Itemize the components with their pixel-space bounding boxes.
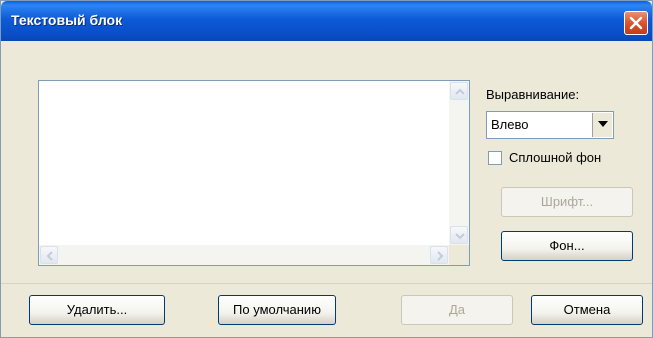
alignment-select[interactable]: Влево [486, 111, 614, 139]
text-area[interactable] [38, 80, 470, 266]
cancel-button[interactable]: Отмена [531, 295, 643, 325]
scroll-down-button[interactable] [450, 226, 468, 244]
close-icon [629, 16, 643, 30]
chevron-down-icon [598, 121, 608, 127]
scroll-left-button[interactable] [40, 246, 58, 264]
text-area-content[interactable] [39, 81, 449, 245]
solid-background-label[interactable]: Сплошной фон [509, 150, 601, 165]
window-title: Текстовый блок [11, 12, 123, 28]
close-button[interactable] [624, 11, 648, 35]
scroll-corner [449, 245, 469, 265]
font-button[interactable]: Шрифт... [501, 187, 633, 217]
scroll-right-button[interactable] [430, 246, 448, 264]
text-block-dialog: Текстовый блок Выравнивание: Влево Сплош… [0, 0, 653, 338]
delete-button[interactable]: Удалить... [29, 295, 165, 325]
horizontal-scrollbar[interactable] [39, 245, 449, 265]
background-button[interactable]: Фон... [501, 231, 633, 261]
arrow-up-icon [455, 88, 465, 95]
arrow-down-icon [455, 233, 465, 240]
ok-button[interactable]: Да [401, 295, 513, 325]
alignment-label: Выравнивание: [486, 87, 580, 102]
title-bar[interactable]: Текстовый блок [1, 1, 652, 41]
alignment-dropdown-button[interactable] [592, 113, 612, 137]
scroll-up-button[interactable] [450, 82, 468, 100]
vertical-scrollbar[interactable] [449, 81, 469, 245]
solid-background-checkbox[interactable] [488, 151, 502, 165]
default-button[interactable]: По умолчанию [218, 295, 336, 325]
arrow-right-icon [437, 251, 444, 261]
alignment-selected-value: Влево [491, 117, 529, 132]
separator [1, 283, 652, 284]
arrow-left-icon [46, 251, 53, 261]
